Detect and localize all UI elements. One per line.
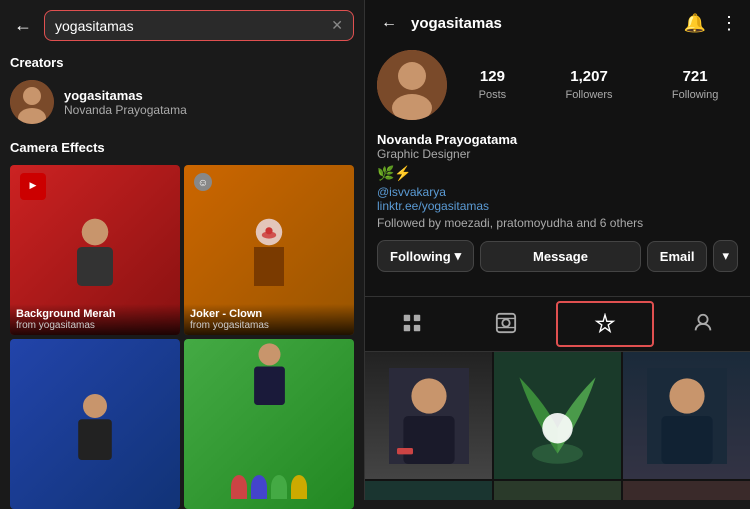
collab-icon: [594, 313, 616, 335]
cell-inner-wedding: [623, 481, 750, 500]
message-button[interactable]: Message: [480, 241, 641, 272]
topbar-icons: 🔔 ⋮: [684, 13, 738, 34]
bio-name: Novanda Prayogatama: [377, 132, 738, 147]
email-dropdown-button[interactable]: ▾: [713, 240, 738, 272]
notification-icon[interactable]: 🔔: [684, 13, 706, 34]
grid-cell-orange-teal[interactable]: Orange Teal: [365, 481, 492, 500]
bio-icons: 🌿⚡: [377, 165, 738, 182]
action-buttons: Following ▾ Message Email ▾: [377, 240, 738, 272]
highlights-row: 🎭 GIF 🎮 Template 🛍 Merchandise 🖨 Preent …: [365, 280, 750, 296]
following-button[interactable]: Following ▾: [377, 240, 474, 272]
stat-posts[interactable]: 129 Posts: [479, 68, 507, 103]
posts-label: Posts: [479, 89, 507, 101]
stat-followers[interactable]: 1,207 Followers: [565, 68, 612, 103]
bio-title: Graphic Designer: [377, 147, 738, 161]
email-button[interactable]: Email: [647, 241, 708, 272]
topbar-left: ← yogasitamas: [377, 10, 502, 36]
clear-icon[interactable]: ✕: [331, 17, 343, 34]
tagged-icon: [692, 312, 714, 334]
stat-following[interactable]: 721 Following: [672, 68, 718, 103]
more-options-icon[interactable]: ⋮: [720, 13, 738, 34]
left-panel: ← ✕ Creators yogasitamas Novanda Prayoga…: [0, 0, 365, 500]
profile-stats-row: 129 Posts 1,207 Followers 721 Following: [377, 50, 738, 120]
tab-reels[interactable]: [459, 297, 553, 351]
grid-cell-person2[interactable]: [623, 352, 750, 479]
effects-grid: Background Merah from yogasitamas ▶: [10, 165, 354, 509]
effect-from-joker: from yogasitamas: [190, 320, 348, 331]
grid-cell-wedding[interactable]: Wedding Tone: [623, 481, 750, 500]
following-label: Following: [390, 249, 451, 264]
creator-handle: Novanda Prayogatama: [64, 103, 187, 117]
search-input[interactable]: [55, 18, 331, 34]
bio-followed: Followed by moezadi, pratomoyudha and 6 …: [377, 216, 738, 230]
following-label: Following: [672, 89, 718, 101]
right-panel: ← yogasitamas 🔔 ⋮ 129 Posts: [365, 0, 750, 500]
effect-from: from yogasitamas: [16, 320, 174, 331]
profile-username: yogasitamas: [411, 15, 502, 32]
effect-cell-blue[interactable]: [10, 339, 180, 509]
svg-text:☺: ☺: [198, 177, 209, 189]
followers-label: Followers: [565, 89, 612, 101]
camera-effects-section: Camera Effects Background Merah from yog…: [10, 140, 354, 509]
effect-title: Background Merah: [16, 308, 174, 320]
tab-tagged[interactable]: [656, 297, 750, 351]
grid-icon: [401, 312, 423, 334]
creator-avatar: [10, 80, 54, 124]
profile-topbar: ← yogasitamas 🔔 ⋮: [377, 10, 738, 36]
tab-grid[interactable]: [365, 297, 459, 351]
profile-bio: Novanda Prayogatama Graphic Designer 🌿⚡ …: [377, 132, 738, 230]
person-blue-overlay: [10, 339, 180, 509]
followers-count: 1,207: [565, 68, 612, 85]
tab-collab[interactable]: [556, 301, 654, 347]
following-count: 721: [672, 68, 718, 85]
cell-inner-plants2: [494, 481, 621, 500]
effect-cell-bg-red[interactable]: Background Merah from yogasitamas ▶: [10, 165, 180, 335]
cell-inner-plant: [494, 352, 621, 479]
cell-inner-person2: [623, 352, 750, 479]
following-arrow-icon: ▾: [455, 248, 462, 264]
cell-inner-1: [365, 352, 492, 479]
search-wrapper: ✕: [44, 10, 354, 41]
effect-label-joker: Joker - Clown from yogasitamas: [184, 304, 354, 335]
tab-bar: [365, 296, 750, 352]
creator-info: yogasitamas Novanda Prayogatama: [64, 88, 187, 117]
grid-cell-plants2[interactable]: [494, 481, 621, 500]
stats-group: 129 Posts 1,207 Followers 721 Following: [459, 68, 738, 103]
creator-name: yogasitamas: [64, 88, 187, 103]
effect-badge: ▶: [20, 173, 46, 200]
content-grid: Orange Teal: [365, 352, 750, 500]
profile-avatar: [377, 50, 447, 120]
bio-handle: @isvvakarya: [377, 185, 738, 199]
posts-count: 129: [479, 68, 507, 85]
person-tele-overlay: [184, 339, 354, 509]
profile-header: ← yogasitamas 🔔 ⋮ 129 Posts: [365, 0, 750, 280]
camera-effects-label: Camera Effects: [10, 140, 354, 155]
effect-title-joker: Joker - Clown: [190, 308, 348, 320]
grid-cell-plant[interactable]: [494, 352, 621, 479]
svg-text:▶: ▶: [30, 180, 37, 190]
effect-cell-tele[interactable]: [184, 339, 354, 509]
creators-label: Creators: [10, 55, 354, 70]
effect-label-bg-red: Background Merah from yogasitamas: [10, 304, 180, 335]
search-bar: ← ✕: [10, 10, 354, 41]
grid-cell-1[interactable]: [365, 352, 492, 479]
back-button[interactable]: ←: [10, 11, 36, 40]
cell-inner-orange-teal: [365, 481, 492, 500]
creator-item[interactable]: yogasitamas Novanda Prayogatama: [10, 80, 354, 124]
bio-link[interactable]: linktr.ee/yogasitamas: [377, 199, 738, 213]
joker-icon: ☺: [194, 173, 212, 196]
reels-icon: [495, 312, 517, 334]
effect-cell-joker[interactable]: ☺ Joker - Clown from yogasitamas: [184, 165, 354, 335]
profile-back-button[interactable]: ←: [377, 10, 401, 36]
creators-section: Creators yogasitamas Novanda Prayogatama: [10, 55, 354, 140]
